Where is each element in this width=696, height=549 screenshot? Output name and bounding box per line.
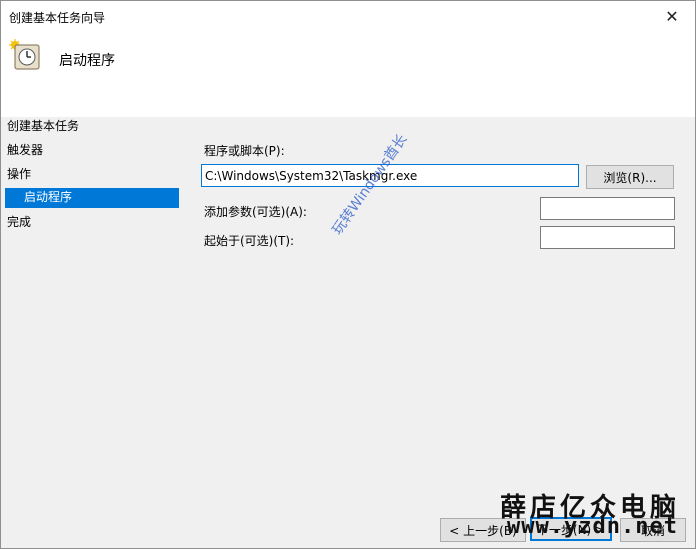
title-bar: 创建基本任务向导 ✕: [1, 1, 695, 31]
step-trigger[interactable]: 触发器: [7, 141, 43, 161]
window-title: 创建基本任务向导: [9, 11, 106, 25]
program-path-input[interactable]: [201, 164, 579, 187]
step-start-program[interactable]: 启动程序: [5, 188, 179, 208]
wizard-window: 创建基本任务向导 ✕ 启动程序 创建基本任务 触发器 操作 启动程序 完成 程序…: [0, 0, 696, 549]
program-label: 程序或脚本(P):: [204, 144, 285, 158]
step-finish[interactable]: 完成: [7, 213, 31, 233]
wizard-steps-sidebar: 创建基本任务 触发器 操作 启动程序 完成: [1, 117, 191, 517]
page-heading: 启动程序: [59, 53, 115, 69]
step-action[interactable]: 操作: [7, 165, 31, 185]
watermark-text: 玩转Windows酋长: [329, 131, 411, 238]
wizard-header: 启动程序: [1, 31, 695, 117]
arguments-label: 添加参数(可选)(A):: [204, 205, 307, 219]
browse-button[interactable]: 浏览(R)...: [586, 165, 674, 189]
brand-watermark-url: www.yzdn.net: [507, 514, 678, 539]
task-scheduler-clock-icon: [9, 39, 41, 71]
start-in-label: 起始于(可选)(T):: [204, 234, 295, 248]
close-icon[interactable]: ✕: [649, 1, 695, 31]
start-in-input[interactable]: [540, 226, 675, 249]
step-create-basic-task[interactable]: 创建基本任务: [7, 117, 79, 137]
arguments-input[interactable]: [540, 197, 675, 220]
